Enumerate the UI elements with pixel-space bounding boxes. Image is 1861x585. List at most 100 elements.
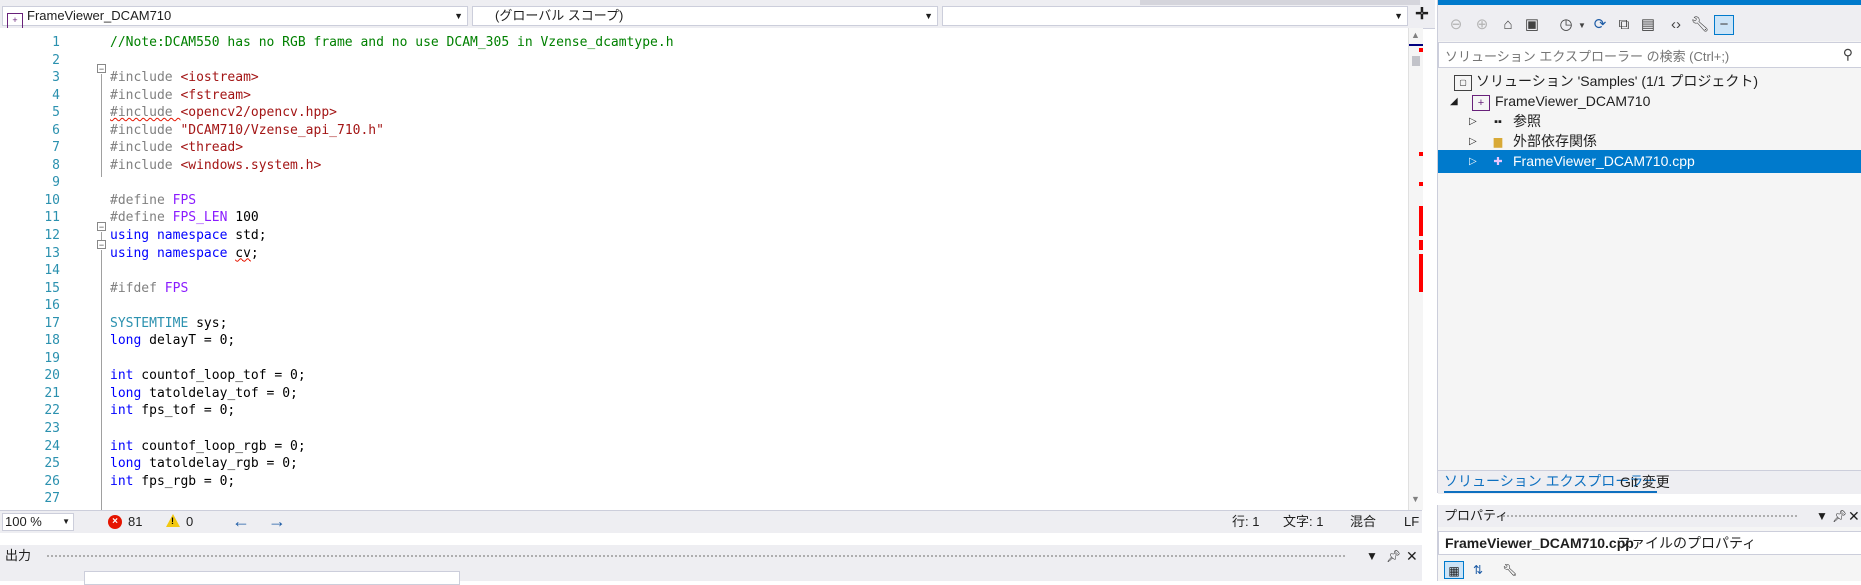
code-line[interactable] [110,490,674,508]
error-marker[interactable] [1419,152,1423,156]
properties-panel-header: プロパティ ▼ 📌︎ ✕ [1438,505,1861,527]
close-icon[interactable]: ✕ [1848,505,1860,527]
code-token: tatoldelay_tof = 0; [141,385,298,401]
code-line[interactable]: int countof_loop_rgb = 0; [110,438,674,456]
collapse-ifdef-block-icon[interactable]: − [97,240,106,250]
line-indicator[interactable]: 行: 1 [1232,511,1259,532]
code-line[interactable]: long tatoldelay_rgb = 0; [110,455,674,473]
code-text[interactable]: //Note:DCAM550 has no RGB frame and no u… [110,34,674,508]
zoom-dropdown[interactable]: 100 % ▼ [2,513,74,531]
code-line[interactable] [110,262,674,280]
panel-drag-grip[interactable] [46,554,1346,558]
scrollbar-thumb[interactable] [1412,56,1420,66]
code-line[interactable]: using namespace std; [110,227,674,245]
project-dropdown[interactable]: + FrameViewer_DCAM710 ▼ [2,6,468,29]
code-line[interactable]: #include <windows.system.h> [110,157,674,175]
split-editor-button[interactable]: ✛ [1412,6,1432,26]
code-line[interactable]: int countof_loop_tof = 0; [110,367,674,385]
line-number: 18 [44,333,60,349]
expand-triangle-icon[interactable]: ▷ [1469,150,1477,173]
code-editor[interactable]: 1 2 3 4 5 6 7 8 9 10 11 12 13 14 15 16 17 18 19 20 21 22 23 24 2… [0,28,1408,510]
code-line[interactable]: #include <iostream> [110,69,674,87]
collapse-all-icon[interactable]: ⧉ [1614,15,1634,35]
switch-views-icon[interactable]: ▣ [1522,15,1542,35]
error-marker[interactable] [1419,240,1423,250]
error-marker[interactable] [1419,206,1423,236]
search-icon[interactable]: ⚲ [1843,46,1853,63]
warning-icon[interactable]: ! [166,514,180,527]
chevron-down-icon: ▼ [454,11,463,21]
panel-drag-grip[interactable] [1498,514,1798,518]
code-line[interactable]: int fps_rgb = 0; [110,473,674,491]
search-input[interactable] [1443,46,1827,66]
navigate-back-icon[interactable]: ← [232,511,250,532]
property-pages-wrench-icon[interactable]: 🔧︎ [1500,561,1520,579]
code-line[interactable]: #include "DCAM710/Vzense_api_710.h" [110,122,674,140]
member-dropdown[interactable]: ▼ [942,6,1408,26]
chevron-down-icon[interactable]: ▼ [1578,21,1586,30]
pin-icon[interactable]: 📌︎ [1386,545,1401,567]
warning-count[interactable]: 0 [186,511,193,532]
panel-options-icon[interactable]: ▼ [1816,505,1828,527]
code-line[interactable] [110,350,674,368]
code-line[interactable]: #ifdef FPS [110,280,674,298]
code-line[interactable]: #include <fstream> [110,87,674,105]
code-line[interactable]: long delayT = 0; [110,332,674,350]
error-icon[interactable]: × [108,515,122,529]
tree-item-cpp-file[interactable]: ▷ ✚ FrameViewer_DCAM710.cpp [1438,150,1861,173]
code-line[interactable]: SYSTEMTIME sys; [110,315,674,333]
tabs-spaces-indicator[interactable]: 混合 [1350,511,1376,532]
code-token: "DCAM710/Vzense_api_710.h" [180,122,384,138]
close-icon[interactable]: ✕ [1406,545,1418,567]
code-token: long [110,333,142,349]
home-icon[interactable]: ⌂ [1498,15,1518,35]
collapse-using-block-icon[interactable]: − [97,222,106,232]
pin-icon[interactable]: 📌︎ [1832,505,1847,527]
code-line[interactable]: #define FPS [110,192,674,210]
editor-vertical-scrollbar[interactable]: ▲ ▼ [1408,28,1423,510]
output-source-dropdown[interactable] [84,571,460,585]
error-marker[interactable] [1419,254,1423,292]
properties-object-selector[interactable]: FrameViewer_DCAM710.cpp ファイルのプロパティ [1438,531,1861,555]
pending-changes-filter-icon[interactable]: ◷ [1556,15,1576,35]
categorized-icon[interactable]: ▦ [1444,561,1464,579]
code-line[interactable]: #define FPS_LEN 100 [110,209,674,227]
code-line[interactable] [110,297,674,315]
view-code-icon[interactable]: ‹› [1666,15,1686,35]
scroll-up-icon[interactable]: ▲ [1411,30,1420,40]
scroll-down-icon[interactable]: ▼ [1411,494,1420,504]
show-all-files-icon[interactable]: ▤ [1638,15,1658,35]
alphabetical-icon[interactable]: ⇅ [1468,561,1488,579]
sync-icon[interactable]: ⟳ [1590,15,1610,35]
navigate-forward-icon[interactable]: → [268,511,286,532]
solution-icon: ▢ [1454,75,1472,91]
back-icon[interactable]: ⊖ [1446,15,1466,35]
properties-panel: プロパティ ▼ 📌︎ ✕ FrameViewer_DCAM710.cpp ファイ… [1437,505,1861,581]
tab-git-changes[interactable]: Git 変更 [1620,471,1670,493]
code-token: #include [110,140,181,156]
code-line[interactable]: #include <thread> [110,139,674,157]
preview-selected-items-icon[interactable]: − [1714,15,1734,35]
solution-explorer-search[interactable]: ⚲ [1438,42,1861,68]
code-token: int [110,438,134,454]
code-line[interactable]: //Note:DCAM550 has no RGB frame and no u… [110,34,674,52]
scope-dropdown[interactable]: (グローバル スコープ) ▼ [472,6,938,26]
forward-icon[interactable]: ⊕ [1472,15,1492,35]
code-token: #include [110,87,181,103]
code-token: SYSTEMTIME [110,315,189,331]
code-line[interactable] [110,174,674,192]
code-line[interactable]: #include <opencv2/opencv.hpp> [110,104,674,122]
error-count[interactable]: 81 [128,511,142,532]
code-line[interactable] [110,420,674,438]
char-indicator[interactable]: 文字: 1 [1283,511,1323,532]
code-line[interactable]: using namespace cv; [110,245,674,263]
error-marker[interactable] [1419,48,1423,52]
line-ending-indicator[interactable]: LF [1404,511,1419,532]
code-line[interactable] [110,52,674,70]
panel-options-icon[interactable]: ▼ [1366,545,1378,567]
code-line[interactable]: long tatoldelay_tof = 0; [110,385,674,403]
error-marker[interactable] [1419,182,1423,186]
collapse-include-block-icon[interactable]: − [97,64,106,74]
code-line[interactable]: int fps_tof = 0; [110,402,674,420]
properties-wrench-icon[interactable]: 🔧︎ [1690,15,1710,35]
